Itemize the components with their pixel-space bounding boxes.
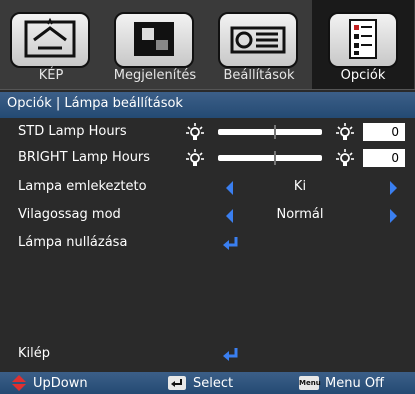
bright-lamp-hours-value: 0 [363,149,405,167]
std-lamp-slider[interactable] [218,125,322,139]
picture-icon [10,12,90,68]
row-label: Vilagossag mod [18,207,121,222]
lamp-bright-icon [336,123,354,140]
tab-opciok[interactable]: Opciók [312,0,414,90]
osd-menu: KÉP Megjelenítés Beállítások Opciók Opci… [0,0,415,394]
tab-label: Opciók [340,68,386,83]
menu-row-bright-lamp-hours[interactable]: BRIGHT Lamp Hours 0 [0,148,415,170]
options-icon [328,12,398,68]
tab-bar: KÉP Megjelenítés Beállítások Opciók [0,0,415,90]
tab-label: Megjelenítés [113,68,197,83]
slider-thumb[interactable] [274,125,276,139]
display-icon [114,12,194,68]
menu-row-lamp-reset[interactable]: Lámpa nullázása [0,233,415,255]
divider [0,89,415,90]
arrow-right-icon[interactable] [390,209,397,223]
projector-icon [218,12,298,68]
menu-key-icon: Menu [299,376,321,390]
menu-row-exit[interactable]: Kilép [0,344,415,366]
enter-icon[interactable] [222,346,240,364]
menu-row-lamp-reminder[interactable]: Lampa emlekezteto Ki [0,177,415,199]
std-lamp-hours-value: 0 [363,123,405,141]
tab-label: Beállítások [223,68,295,83]
lamp-reminder-value: Ki [293,179,307,194]
row-label: STD Lamp Hours [18,124,127,139]
lamp-bright-icon [336,149,354,166]
footer-select-label: Select [193,376,234,391]
breadcrumb-text: Opciók | Lámpa beállítások [7,96,183,111]
arrow-right-icon[interactable] [390,181,397,195]
brightness-mode-value: Normál [276,207,324,222]
lamp-dim-icon [186,149,204,166]
footer-menu-off-label: Menu Off [325,376,385,391]
arrow-left-icon[interactable] [226,181,233,195]
footer-updown-label: UpDown [33,376,88,391]
row-label: Kilép [18,346,50,361]
lamp-dim-icon [186,123,204,140]
slider-thumb[interactable] [274,151,276,165]
tab-megjelenites[interactable]: Megjelenítés [104,0,206,90]
menu-row-std-lamp-hours[interactable]: STD Lamp Hours 0 [0,122,415,144]
breadcrumb: Opciók | Lámpa beállítások [0,92,415,118]
tab-label: KÉP [38,68,64,83]
tab-beallitasok[interactable]: Beállítások [208,0,310,90]
enter-icon[interactable] [222,235,240,253]
row-label: Lámpa nullázása [18,235,128,250]
arrow-left-icon[interactable] [226,209,233,223]
row-label: BRIGHT Lamp Hours [18,150,151,165]
footer-hint-bar: UpDown Select Menu Menu Off [0,372,415,394]
row-label: Lampa emlekezteto [18,179,147,194]
menu-row-brightness-mode[interactable]: Vilagossag mod Normál [0,205,415,227]
bright-lamp-slider[interactable] [218,151,322,165]
updown-arrows-icon [12,375,26,391]
enter-key-icon [168,376,186,390]
tab-kep[interactable]: KÉP [0,0,102,90]
